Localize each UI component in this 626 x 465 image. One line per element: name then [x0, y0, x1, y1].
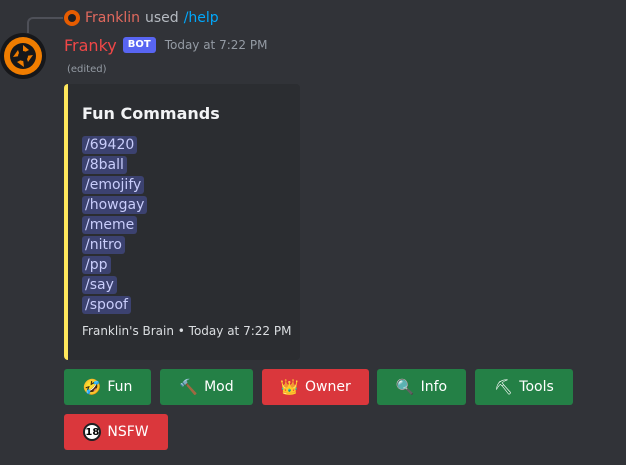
replied-username[interactable]: Franklin	[85, 10, 140, 26]
command-mention[interactable]: /meme	[82, 216, 138, 234]
nsfw-button[interactable]: 18 NSFW	[64, 414, 168, 450]
list-item: /nitro	[82, 234, 147, 254]
message-header: Franky BOT Today at 7:22 PM	[64, 33, 267, 57]
message-timestamp[interactable]: Today at 7:22 PM	[165, 38, 268, 52]
replied-user-avatar[interactable]	[64, 10, 80, 26]
reply-command[interactable]: /help	[184, 10, 219, 26]
list-item: /pp	[82, 254, 147, 274]
edited-label: (edited)	[67, 64, 107, 75]
command-mention[interactable]: /howgay	[82, 196, 148, 214]
author-name[interactable]: Franky	[64, 36, 117, 55]
list-item: /69420	[82, 134, 147, 154]
list-item: /howgay	[82, 194, 148, 214]
reply-action-text: used	[145, 10, 179, 26]
command-list: /69420 /8ball /emojify /howgay /meme /ni…	[82, 134, 148, 314]
no-under-18-emoji-icon: 18	[83, 423, 102, 441]
reply-connector	[27, 17, 63, 33]
magnifier-emoji-icon: 🔍	[395, 378, 415, 396]
aperture-logo-icon	[4, 37, 42, 75]
button-label: Owner	[304, 379, 351, 395]
hammer-emoji-icon: 🔨	[179, 378, 199, 396]
rofl-emoji-icon: 🤣	[82, 378, 102, 396]
button-label: NSFW	[107, 424, 149, 440]
list-item: /emojify	[82, 174, 147, 194]
tools-button[interactable]: ⛏ Tools	[475, 369, 573, 405]
mod-button[interactable]: 🔨 Mod	[160, 369, 253, 405]
embed-card: Fun Commands /69420 /8ball /emojify /how…	[64, 84, 300, 360]
list-item: /spoof	[82, 294, 147, 314]
list-item: /8ball	[82, 154, 147, 174]
button-label: Info	[420, 379, 448, 395]
command-mention[interactable]: /8ball	[82, 156, 127, 174]
info-button[interactable]: 🔍 Info	[377, 369, 466, 405]
command-mention[interactable]: /spoof	[82, 296, 131, 314]
command-mention[interactable]: /nitro	[82, 236, 125, 254]
command-mention[interactable]: /69420	[82, 136, 138, 154]
embed-footer: Franklin's Brain • Today at 7:22 PM	[82, 324, 292, 338]
list-item: /say	[82, 274, 147, 294]
bot-avatar[interactable]	[0, 33, 46, 79]
crown-emoji-icon: 👑	[280, 378, 299, 396]
command-mention[interactable]: /pp	[82, 256, 111, 274]
button-label: Fun	[107, 379, 133, 395]
list-item: /meme	[82, 214, 147, 234]
button-label: Mod	[204, 379, 234, 395]
bot-badge: BOT	[122, 37, 156, 53]
pick-emoji-icon: ⛏	[494, 378, 514, 396]
owner-button[interactable]: 👑 Owner	[262, 369, 369, 405]
reply-reference[interactable]: Franklin used /help	[64, 8, 219, 28]
command-mention[interactable]: /emojify	[82, 176, 145, 194]
button-label: Tools	[519, 379, 554, 395]
command-mention[interactable]: /say	[82, 276, 117, 294]
embed-title: Fun Commands	[82, 104, 220, 123]
fun-button[interactable]: 🤣 Fun	[64, 369, 151, 405]
